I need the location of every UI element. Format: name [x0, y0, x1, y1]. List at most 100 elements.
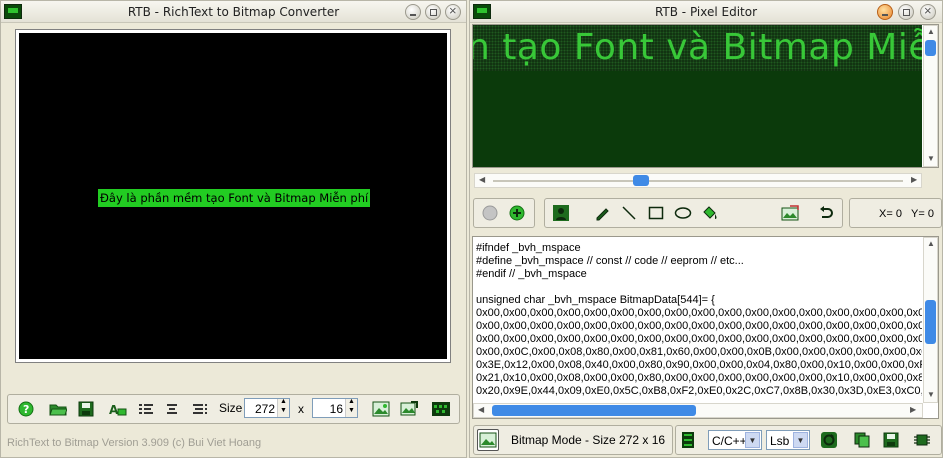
bit-order-value: Lsb — [770, 434, 790, 448]
align-right-button[interactable] — [189, 398, 211, 420]
paint-bucket-icon — [703, 206, 717, 219]
save-code-button[interactable] — [880, 429, 902, 451]
pixel-vscroll-thumb[interactable] — [925, 40, 936, 56]
help-icon: ? — [18, 401, 34, 417]
scroll-down-icon[interactable]: ▼ — [927, 154, 935, 163]
undo-icon — [820, 206, 833, 218]
y-coordinate: Y= 0 — [911, 208, 934, 220]
plus-icon — [509, 205, 525, 221]
code-hscroll[interactable]: ◀ ▶ — [473, 403, 923, 418]
width-stepper[interactable]: 272 — [244, 398, 290, 418]
chevron-down-icon[interactable]: ▼ — [793, 432, 808, 448]
maximize-button[interactable] — [898, 4, 914, 20]
scroll-up-icon[interactable]: ▲ — [927, 27, 935, 36]
code-line: 0x00,0x0C,0x00,0x08,0x80,0x00,0x81,0x60,… — [476, 346, 922, 358]
scroll-left-icon[interactable]: ◀ — [478, 405, 484, 414]
code-line: 0x20,0x9E,0x44,0x09,0xE0,0x5C,0xB8,0xF2,… — [476, 385, 922, 397]
image-open-icon — [781, 205, 799, 221]
language-select[interactable]: C/C++ ▼ — [708, 430, 762, 450]
refresh-button[interactable] — [818, 429, 840, 451]
close-button[interactable] — [445, 3, 461, 20]
open-button[interactable] — [47, 398, 69, 420]
scroll-up-icon[interactable]: ▲ — [927, 239, 935, 248]
user-tool-button[interactable] — [550, 202, 572, 224]
preview-frame: Đây là phần mềm tạo Font và Bitmap Miễn … — [15, 29, 451, 363]
chip-button[interactable] — [911, 429, 933, 451]
fill-tool-button[interactable] — [699, 202, 721, 224]
pixel-editor-button[interactable] — [430, 398, 452, 420]
preview-canvas[interactable]: Đây là phần mềm tạo Font và Bitmap Miễn … — [19, 33, 447, 359]
code-line: 0x00,0x00,0x00,0x00,0x00,0x00,0x00,0x00,… — [476, 333, 922, 345]
convert-to-bitmap-button[interactable] — [370, 398, 392, 420]
height-spin-arrows[interactable] — [345, 398, 357, 417]
save-icon — [78, 401, 94, 417]
height-stepper[interactable]: 16 — [312, 398, 358, 418]
pencil-icon — [596, 208, 609, 221]
size-label: Size — [219, 401, 243, 415]
help-button[interactable]: ? — [15, 398, 37, 420]
chevron-down-icon[interactable]: ▼ — [745, 432, 760, 448]
scroll-down-icon[interactable]: ▼ — [927, 390, 935, 399]
code-vscroll-thumb[interactable] — [925, 300, 936, 344]
x-coordinate: X= 0 — [879, 208, 902, 220]
pixel-hscroll-thumb[interactable] — [633, 175, 649, 186]
ellipse-icon — [674, 207, 692, 219]
height-value: 16 — [329, 402, 343, 416]
pixel-canvas-frame: n tạo Font và Bitmap Miễn ▲ ▼ — [472, 24, 939, 168]
export-button[interactable] — [398, 398, 420, 420]
bit-order-select[interactable]: Lsb ▼ — [766, 430, 810, 450]
save-icon — [883, 432, 899, 448]
bitmap-mode-button[interactable] — [477, 429, 499, 451]
line-tool-button[interactable] — [618, 202, 640, 224]
pixel-editor-title: RTB - Pixel Editor — [654, 5, 758, 19]
pixel-canvas[interactable]: n tạo Font và Bitmap Miễn — [473, 25, 922, 167]
svg-text:?: ? — [23, 403, 29, 416]
rectangle-icon — [648, 206, 664, 220]
maximize-button[interactable] — [425, 4, 441, 20]
line-icon — [622, 206, 636, 220]
align-center-button[interactable] — [161, 398, 183, 420]
pencil-tool-button[interactable] — [591, 202, 613, 224]
add-button[interactable] — [506, 202, 528, 224]
code-area[interactable]: #ifndef _bvh_mspace #define _bvh_mspace /… — [473, 237, 922, 403]
save-button[interactable] — [75, 398, 97, 420]
scroll-right-icon[interactable]: ▶ — [910, 405, 916, 414]
font-button[interactable]: A — [107, 398, 129, 420]
minimize-button[interactable] — [405, 4, 421, 20]
converter-titlebar[interactable]: RTB - RichText to Bitmap Converter — [1, 1, 466, 23]
code-line: 0x3E,0x12,0x00,0x08,0x40,0x00,0x80,0x90,… — [476, 359, 922, 371]
pixel-editor-titlebar[interactable]: RTB - Pixel Editor — [470, 1, 942, 23]
align-left-button[interactable] — [135, 398, 157, 420]
scroll-left-icon[interactable]: ◀ — [479, 175, 485, 184]
minimize-button[interactable] — [877, 4, 893, 20]
code-hscroll-thumb[interactable] — [492, 405, 696, 416]
ellipse-tool-button[interactable] — [672, 202, 694, 224]
close-button[interactable] — [920, 3, 936, 20]
undo-button[interactable] — [815, 202, 837, 224]
folder-open-icon — [49, 404, 67, 416]
width-spin-arrows[interactable] — [277, 398, 289, 417]
record-button[interactable] — [479, 202, 501, 224]
image-icon — [479, 432, 497, 448]
code-line: 0x00,0x00,0x00,0x00,0x00,0x00,0x00,0x00,… — [476, 307, 922, 319]
chip-icon — [914, 434, 930, 446]
pixel-vscroll[interactable]: ▲ ▼ — [923, 25, 938, 167]
converter-window: RTB - RichText to Bitmap Converter Đây l… — [0, 0, 467, 458]
scroll-right-icon[interactable]: ▶ — [911, 175, 917, 184]
font-icon: A — [109, 403, 127, 417]
copy-icon — [854, 432, 870, 448]
align-left-icon — [139, 404, 153, 414]
code-vscroll[interactable]: ▲ ▼ — [923, 237, 938, 403]
pixel-hscroll[interactable]: ◀ ▶ — [474, 173, 922, 188]
code-line: #ifndef _bvh_mspace — [476, 242, 581, 254]
circle-icon — [482, 205, 498, 221]
load-image-button[interactable] — [779, 202, 801, 224]
rectangle-tool-button[interactable] — [645, 202, 667, 224]
image-icon — [372, 401, 390, 417]
code-lines: #ifndef _bvh_mspace #define _bvh_mspace /… — [476, 242, 922, 398]
code-line: #endif // _bvh_mspace — [476, 268, 587, 280]
copy-button[interactable] — [851, 429, 873, 451]
byte-format-button[interactable] — [677, 429, 699, 451]
code-frame: #ifndef _bvh_mspace #define _bvh_mspace /… — [472, 236, 939, 419]
